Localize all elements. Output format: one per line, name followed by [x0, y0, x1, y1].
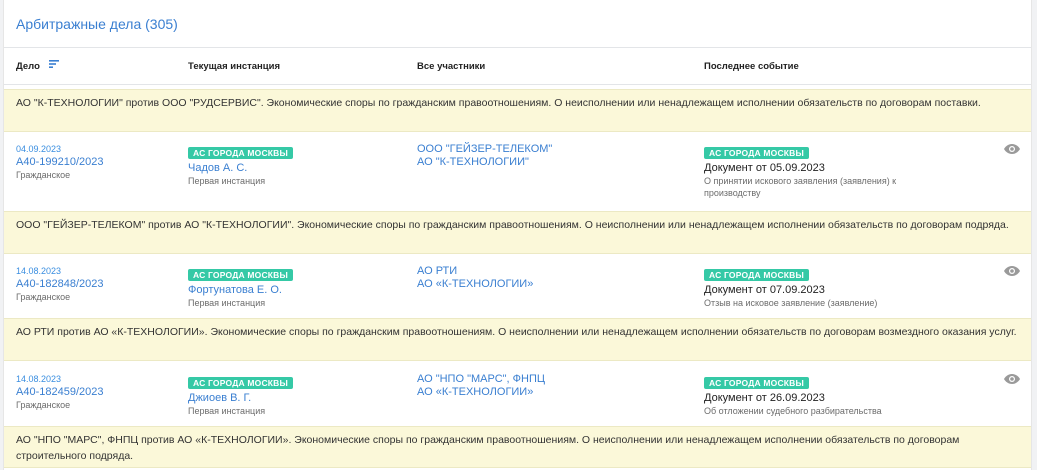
page-title: Арбитражные дела (305)	[16, 16, 178, 32]
current-instance: АС ГОРОДА МОСКВЫ Фортунатова Е. О. Перва…	[188, 265, 294, 308]
judge-link[interactable]: Фортунатова Е. О.	[188, 284, 293, 296]
case-date: 14.08.2023	[16, 266, 62, 276]
case-type: Гражданское	[16, 292, 71, 302]
case-type: Гражданское	[16, 170, 71, 180]
current-instance: АС ГОРОДА МОСКВЫ Джиоев В. Г. Первая инс…	[188, 373, 294, 416]
case-description: АО "К-ТЕХНОЛОГИИ" против ООО "РУДСЕРВИС"…	[4, 89, 1031, 132]
last-event: АС ГОРОДА МОСКВЫ Документ от 05.09.2023 …	[704, 143, 896, 198]
last-event: АС ГОРОДА МОСКВЫ Документ от 26.09.2023 …	[704, 373, 882, 416]
event-court-badge: АС ГОРОДА МОСКВЫ	[704, 377, 810, 389]
participants: ООО "ГЕЙЗЕР-ТЕЛЕКОМ" АО "К-ТЕХНОЛОГИИ"	[417, 143, 552, 168]
case-description: ООО "ГЕЙЗЕР-ТЕЛЕКОМ" против АО "К-ТЕХНОЛ…	[4, 211, 1031, 254]
case-description: АО РТИ против АО «К-ТЕХНОЛОГИИ». Экономи…	[4, 318, 1031, 361]
participants: АО "НПО "МАРС", ФНПЦ АО «К-ТЕХНОЛОГИИ»	[417, 373, 545, 398]
event-document[interactable]: Документ от 26.09.2023	[704, 392, 882, 404]
court-badge: АС ГОРОДА МОСКВЫ	[188, 147, 294, 159]
participant-link[interactable]: АО "К-ТЕХНОЛОГИИ"	[417, 156, 552, 168]
court-badge: АС ГОРОДА МОСКВЫ	[188, 377, 294, 389]
event-court-badge: АС ГОРОДА МОСКВЫ	[704, 269, 810, 281]
event-description: производству	[704, 188, 761, 198]
table-row[interactable]: 14.08.2023 А40-182848/2023 Гражданское	[16, 266, 103, 302]
event-document[interactable]: Документ от 05.09.2023	[704, 162, 896, 174]
event-court-badge: АС ГОРОДА МОСКВЫ	[704, 147, 810, 159]
arbitration-cases-card: Арбитражные дела (305) Дело Текущая инст…	[3, 0, 1032, 470]
participant-link[interactable]: ООО "ГЕЙЗЕР-ТЕЛЕКОМ"	[417, 143, 552, 155]
event-description: О принятии искового заявления (заявления…	[704, 176, 897, 186]
current-instance: АС ГОРОДА МОСКВЫ Чадов А. С. Первая инст…	[188, 143, 294, 186]
case-description: АО "НПО "МАРС", ФНПЦ против АО «К-ТЕХНОЛ…	[4, 426, 1031, 468]
court-badge: АС ГОРОДА МОСКВЫ	[188, 269, 294, 281]
column-header-participants[interactable]: Все участники	[417, 61, 485, 72]
participants: АО РТИ АО «К-ТЕХНОЛОГИИ»	[417, 265, 533, 290]
instance-label: Первая инстанция	[188, 176, 266, 186]
view-eye-icon[interactable]	[1003, 142, 1021, 161]
case-type: Гражданское	[16, 400, 71, 410]
instance-label: Первая инстанция	[188, 298, 266, 308]
event-description: Об отложении судебного разбирательства	[704, 406, 882, 416]
sort-icon[interactable]	[48, 60, 59, 71]
column-header-instance[interactable]: Текущая инстанция	[188, 61, 280, 72]
event-document[interactable]: Документ от 07.09.2023	[704, 284, 877, 296]
view-eye-icon[interactable]	[1003, 372, 1021, 391]
case-date: 14.08.2023	[16, 374, 62, 384]
participant-link[interactable]: АО "НПО "МАРС", ФНПЦ	[417, 373, 545, 385]
column-header-last-event[interactable]: Последнее событие	[704, 61, 799, 72]
case-number-link[interactable]: А40-182459/2023	[16, 386, 103, 398]
last-event: АС ГОРОДА МОСКВЫ Документ от 07.09.2023 …	[704, 265, 877, 308]
case-number-link[interactable]: А40-182848/2023	[16, 278, 103, 290]
table-row[interactable]: 04.09.2023 А40-199210/2023 Гражданское	[16, 144, 103, 180]
participant-link[interactable]: АО «К-ТЕХНОЛОГИИ»	[417, 386, 545, 398]
participant-link[interactable]: АО РТИ	[417, 265, 533, 277]
title-divider	[4, 47, 1031, 48]
judge-link[interactable]: Чадов А. С.	[188, 162, 293, 174]
table-row[interactable]: 14.08.2023 А40-182459/2023 Гражданское	[16, 374, 103, 410]
event-description: Отзыв на исковое заявление (заявление)	[704, 298, 878, 308]
case-number-link[interactable]: А40-199210/2023	[16, 156, 103, 168]
view-eye-icon[interactable]	[1003, 264, 1021, 283]
case-date: 04.09.2023	[16, 144, 62, 154]
instance-label: Первая инстанция	[188, 406, 266, 416]
column-header-case[interactable]: Дело	[16, 60, 59, 72]
header-divider	[4, 84, 1031, 85]
participant-link[interactable]: АО «К-ТЕХНОЛОГИИ»	[417, 278, 533, 290]
judge-link[interactable]: Джиоев В. Г.	[188, 392, 293, 404]
